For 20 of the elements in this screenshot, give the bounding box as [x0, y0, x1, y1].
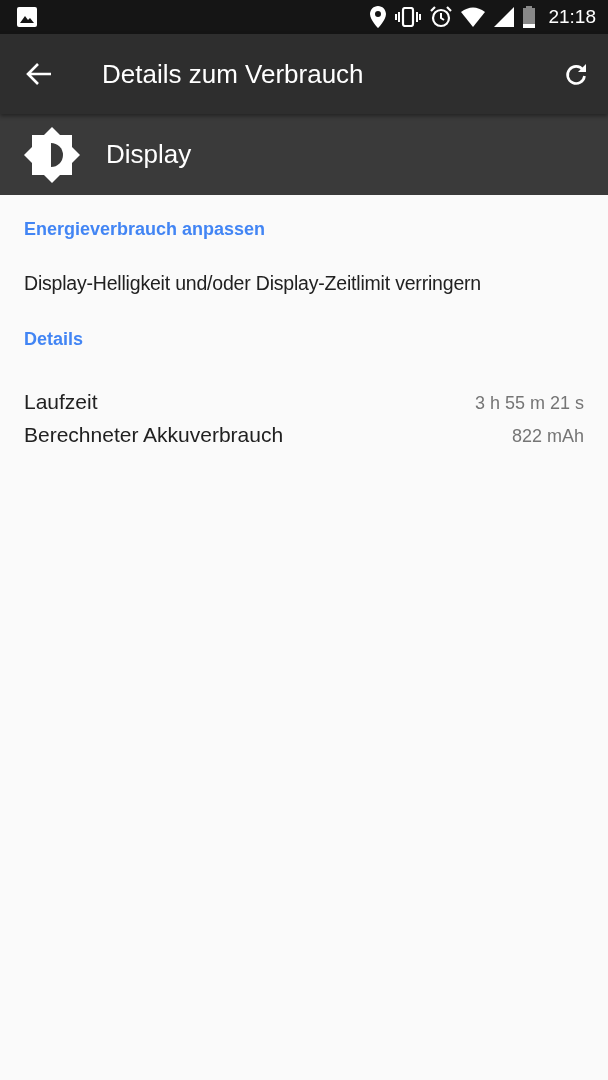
- tip-text[interactable]: Display-Helligkeit und/oder Display-Zeitlimit verringern: [24, 272, 584, 295]
- detail-value: 3 h 55 m 21 s: [474, 393, 584, 414]
- location-icon: [370, 6, 387, 28]
- toolbar-title: Details zum Verbrauch: [102, 58, 364, 90]
- vibrate-icon: [395, 7, 422, 27]
- detail-value: 822 mAh: [511, 426, 584, 447]
- detail-label: Berechneter Akkuverbrauch: [24, 423, 284, 447]
- section-title: Energieverbrauch anpassen: [24, 219, 267, 240]
- signal-icon: [494, 7, 515, 27]
- status-time: 21:18: [548, 6, 596, 28]
- refresh-button[interactable]: [564, 62, 588, 86]
- header-title: Display: [106, 139, 192, 170]
- section-title: Details: [24, 329, 85, 350]
- back-button[interactable]: [26, 62, 52, 86]
- image-icon: [17, 7, 37, 27]
- detail-label: Laufzeit: [24, 390, 98, 414]
- wifi-icon: [461, 7, 486, 27]
- battery-icon: [523, 6, 536, 28]
- alarm-icon: [430, 6, 453, 28]
- brightness-icon: [24, 126, 80, 183]
